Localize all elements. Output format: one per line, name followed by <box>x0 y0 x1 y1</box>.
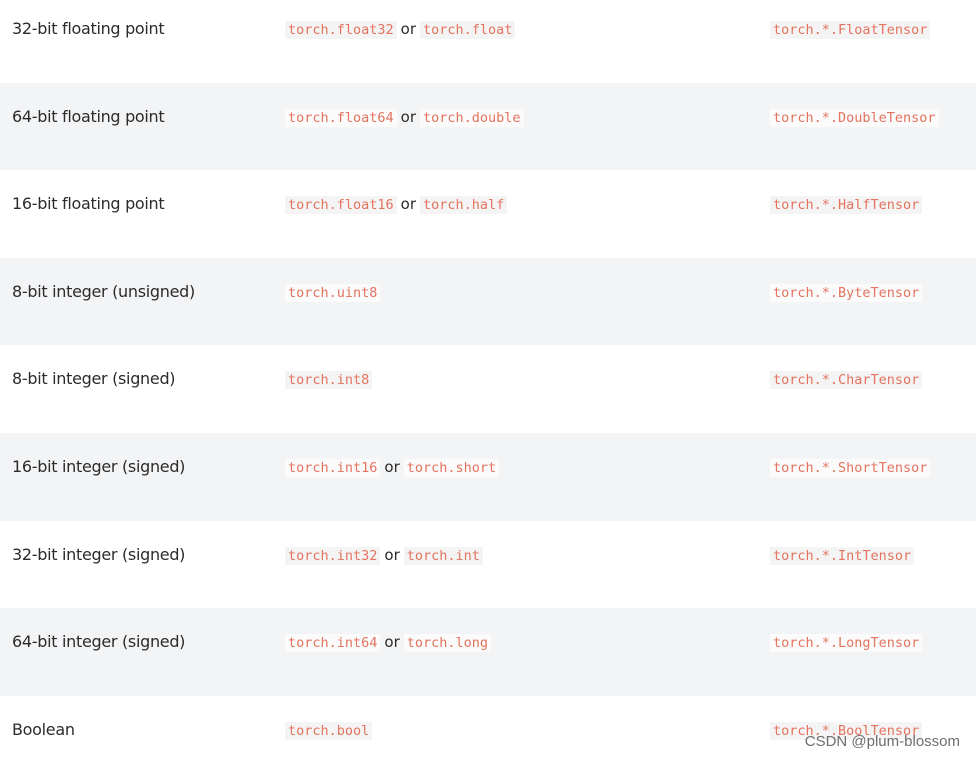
data-type-cell: 64-bit integer (signed) <box>12 632 186 652</box>
data-type-cell: 64-bit floating point <box>12 106 165 126</box>
tensor-cell: torch.*.LongTensor <box>770 631 923 653</box>
tensor-code: torch.*.HalfTensor <box>770 196 923 215</box>
table-row: 16-bit floating point torch.float16 or torc… <box>0 170 976 258</box>
dtype-table: 32-bit floating point torch.float32 or torc… <box>0 0 976 783</box>
dtype-cell: torch.int64 or torch.long <box>285 631 492 653</box>
table-row: 32-bit floating point torch.float32 or torc… <box>0 0 976 83</box>
tensor-code: torch.*.DoubleTensor <box>770 108 939 127</box>
dtype-cell: torch.bool <box>285 719 373 741</box>
tensor-code: torch.*.IntTensor <box>770 546 915 565</box>
dtype-cell: torch.int32 or torch.int <box>285 544 483 566</box>
dtype-code: torch.uint8 <box>285 283 381 302</box>
data-type-cell: 16-bit floating point <box>12 194 165 214</box>
tensor-cell: torch.*.DoubleTensor <box>770 106 939 128</box>
table-row: 64-bit floating point torch.float64 or torc… <box>0 82 976 171</box>
tensor-cell: torch.*.IntTensor <box>770 544 915 566</box>
dtype-cell: torch.uint8 <box>285 281 381 303</box>
data-type-cell: Boolean <box>12 719 75 739</box>
data-type-cell: 16-bit integer (signed) <box>12 456 186 476</box>
dtype-code: torch.bool <box>285 721 373 740</box>
dtype-code: torch.int16 <box>285 458 381 477</box>
tensor-code: torch.*.CharTensor <box>770 371 923 390</box>
table-row: 64-bit integer (signed) torch.int64 or torc… <box>0 608 976 696</box>
dtype-code: torch.int32 <box>285 546 381 565</box>
or-label: or <box>384 633 400 652</box>
tensor-cell: torch.*.ShortTensor <box>770 456 931 478</box>
dtype-code: torch.int <box>403 546 483 565</box>
tensor-cell: torch.*.CharTensor <box>770 368 923 390</box>
table-row: 8-bit integer (signed) torch.int8 torch.*.… <box>0 345 976 433</box>
watermark: CSDN @plum-blossom <box>804 733 960 750</box>
data-type-cell: 32-bit integer (signed) <box>12 544 186 564</box>
dtype-code: torch.long <box>403 634 492 653</box>
tensor-code: torch.*.FloatTensor <box>770 21 931 39</box>
tensor-code: torch.*.ByteTensor <box>770 283 923 302</box>
dtype-code: torch.float <box>420 21 516 39</box>
dtype-code: torch.float16 <box>285 196 397 215</box>
dtype-cell: torch.float32 or torch.float <box>285 18 516 40</box>
table-row: 16-bit integer (signed) torch.int16 or torc… <box>0 432 976 521</box>
data-type-cell: 8-bit integer (signed) <box>12 369 176 389</box>
data-type-cell: 8-bit integer (unsigned) <box>12 281 195 301</box>
tensor-cell: torch.*.ByteTensor <box>770 281 923 303</box>
tensor-cell: torch.*.FloatTensor <box>770 18 931 40</box>
dtype-code: torch.int8 <box>285 371 373 390</box>
dtype-cell: torch.int8 <box>285 368 373 390</box>
or-label: or <box>384 545 400 564</box>
data-type-cell: 32-bit floating point <box>12 19 165 38</box>
tensor-code: torch.*.ShortTensor <box>770 458 931 477</box>
dtype-cell: torch.float64 or torch.double <box>285 106 524 128</box>
dtype-code: torch.float32 <box>285 21 397 39</box>
dtype-code: torch.short <box>403 458 500 477</box>
or-label: or <box>400 195 417 214</box>
table-row: 8-bit integer (unsigned) torch.uint8 torch… <box>0 257 976 346</box>
dtype-code: torch.float64 <box>285 108 397 127</box>
tensor-cell: torch.*.HalfTensor <box>770 193 923 215</box>
dtype-code: torch.double <box>420 108 524 127</box>
dtype-code: torch.half <box>420 196 508 215</box>
tensor-code: torch.*.LongTensor <box>770 634 923 653</box>
or-label: or <box>400 20 417 38</box>
or-label: or <box>400 107 417 126</box>
dtype-cell: torch.int16 or torch.short <box>285 456 500 478</box>
dtype-code: torch.int64 <box>285 634 381 653</box>
dtype-cell: torch.float16 or torch.half <box>285 193 508 215</box>
or-label: or <box>384 457 400 476</box>
table-row: 32-bit integer (signed) torch.int32 or torc… <box>0 521 976 609</box>
